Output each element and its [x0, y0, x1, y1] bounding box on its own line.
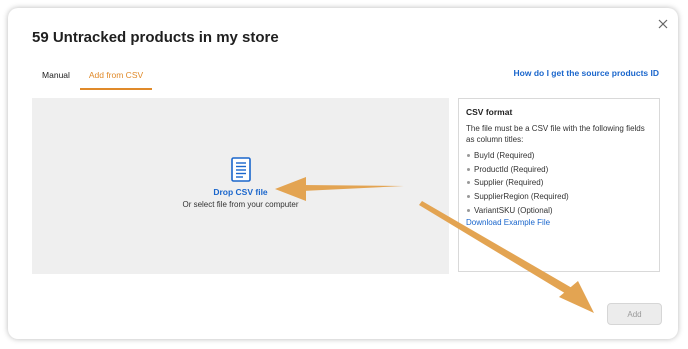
- csv-format-description: The file must be a CSV file with the fol…: [466, 124, 645, 144]
- csv-field-item: Supplier (Required): [466, 176, 652, 190]
- csv-field-item: VariantSKU (Optional): [466, 204, 652, 218]
- csv-field-item: ProductId (Required): [466, 163, 652, 177]
- document-icon: [230, 157, 251, 182]
- drop-csv-label[interactable]: Drop CSV file: [32, 187, 449, 197]
- csv-dropzone[interactable]: Drop CSV file Or select file from your c…: [32, 98, 449, 274]
- source-products-id-help-link[interactable]: How do I get the source products ID: [514, 68, 659, 78]
- csv-field-item: SupplierRegion (Required): [466, 190, 652, 204]
- upload-modal: 59 Untracked products in my store Manual…: [8, 8, 678, 339]
- csv-format-panel: CSV format The file must be a CSV file w…: [458, 98, 660, 272]
- download-example-link[interactable]: Download Example File: [466, 218, 652, 227]
- tab-bar: Manual Add from CSV How do I get the sou…: [32, 68, 662, 90]
- tab-manual[interactable]: Manual: [42, 68, 70, 88]
- csv-field-list: BuyId (Required) ProductId (Required) Su…: [466, 149, 652, 217]
- csv-field-item: BuyId (Required): [466, 149, 652, 163]
- modal-title: 59 Untracked products in my store: [32, 29, 279, 46]
- dropzone-content: Drop CSV file Or select file from your c…: [32, 157, 449, 209]
- select-file-hint: Or select file from your computer: [182, 200, 299, 209]
- csv-format-title: CSV format: [466, 107, 513, 117]
- tab-add-from-csv[interactable]: Add from CSV: [80, 68, 152, 90]
- add-button[interactable]: Add: [607, 303, 662, 325]
- close-icon[interactable]: [656, 17, 670, 31]
